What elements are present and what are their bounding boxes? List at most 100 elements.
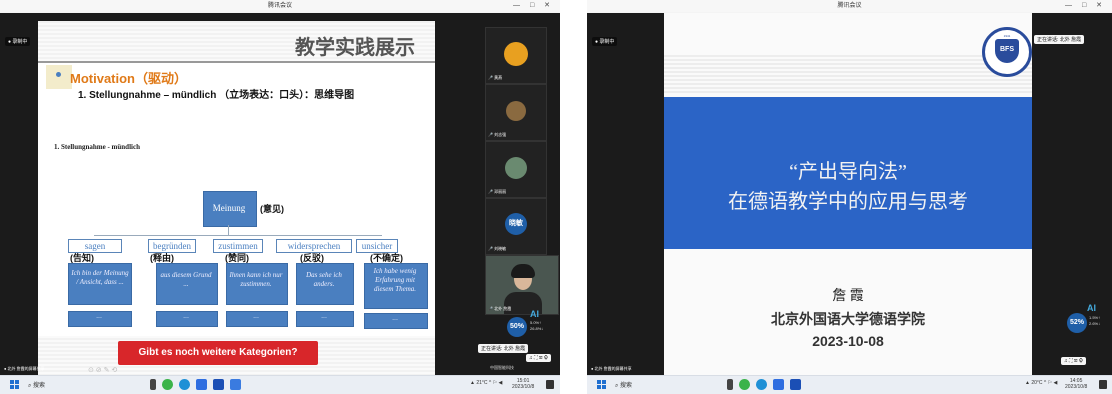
left-meeting-window: 腾讯会议 — □ ✕ ● 录制中 教学实践展示 Motivation（驱动） 1… xyxy=(0,0,560,394)
bullet-dot xyxy=(56,72,61,77)
participant-tile[interactable]: 🎤 黄燕 xyxy=(485,27,547,84)
app-icon[interactable] xyxy=(790,379,801,390)
video-hair xyxy=(511,264,535,278)
weather-tray[interactable]: ▲ 21°C ^ ⚐ ◀ xyxy=(470,380,502,386)
cpu-usage-badge[interactable]: 50% xyxy=(507,317,527,337)
speaking-indicator: 正在讲话: 北外 詹霞 xyxy=(478,344,529,353)
window-title: 腾讯会议 xyxy=(267,3,292,9)
slide-title: 教学实践展示 xyxy=(295,37,415,59)
connector-horizontal xyxy=(94,235,382,236)
taskbar-apps xyxy=(150,379,241,390)
branch-begruenden-more: ... xyxy=(183,313,189,320)
meeting-controls[interactable]: ♫ ⛶ ✉ ⚙ xyxy=(526,354,551,362)
taskbar-clock[interactable]: 14:05 2023/10/8 xyxy=(1065,378,1087,390)
annotation-toolbar[interactable]: ⊙ ⊘ ✎ ⟲ xyxy=(88,366,117,374)
bullet-motivation: Motivation（驱动） xyxy=(70,71,187,86)
bfsu-logo: BFS 1941 xyxy=(982,27,1032,77)
window-title: 腾讯会议 xyxy=(837,3,862,9)
meeting-app-icon[interactable] xyxy=(196,379,207,390)
window-controls[interactable]: — □ ✕ xyxy=(1065,0,1106,12)
slide-title-line2: 在德语教学中的应用与思考 xyxy=(728,191,968,213)
participant-name: 🎤 邓丽丽 xyxy=(488,189,507,194)
logo-year: 1941 xyxy=(1003,34,1011,38)
meeting-stage: ● 录制中 教学实践展示 Motivation（驱动） 1. Stellungn… xyxy=(0,13,560,376)
cpu-stat-down: 2.6%↓ xyxy=(1089,321,1101,326)
ai-label: AI xyxy=(530,309,539,319)
notification-icon[interactable] xyxy=(546,380,554,389)
windows-taskbar: ⌕ 搜索 ▲ 21°C ^ ⚐ ◀ 15:01 2023/10/8 xyxy=(0,375,560,394)
participant-name: 🎤 黄燕 xyxy=(488,75,503,80)
chrome-icon[interactable] xyxy=(739,379,750,390)
window-titlebar: 腾讯会议 — □ ✕ xyxy=(587,0,1112,12)
edge-icon[interactable] xyxy=(179,379,190,390)
avatar: 晓敏 xyxy=(505,213,527,235)
branch-widersprechen-example: Das sehe ich anders. xyxy=(306,271,342,288)
cpu-usage-badge[interactable]: 52% xyxy=(1067,313,1087,333)
right-meeting-window: 腾讯会议 — □ ✕ ● 录制中 BFS 1941 “产出导向法” 在德语教学中… xyxy=(587,0,1112,394)
slide-affiliation: 北京外国语大学德语学院 xyxy=(771,311,925,327)
presenter-label: ● 北外 詹霞的屏幕共享 xyxy=(591,366,632,371)
app-icon[interactable] xyxy=(230,379,241,390)
participant-video-tile[interactable]: 🎤 北外 詹霞 xyxy=(485,255,559,315)
window-controls[interactable]: — □ ✕ xyxy=(513,0,554,12)
app-icon[interactable] xyxy=(213,379,224,390)
presenter-label: ● 北外 詹霞的屏幕共享 xyxy=(4,366,45,371)
center-node-label: Meinung xyxy=(212,203,246,213)
taskbar-search[interactable]: ⌕ 搜索 xyxy=(28,380,45,390)
slide-top-lines xyxy=(664,53,1032,93)
bottom-banner: Gibt es noch weitere Kategorien? xyxy=(118,341,318,365)
slide-title-line1: “产出导向法” xyxy=(789,161,907,183)
avatar xyxy=(506,101,526,122)
ai-label: AI xyxy=(1087,303,1096,313)
slide-title-underline xyxy=(38,61,435,63)
cpu-stat-up: 5.0%↑ xyxy=(530,320,542,325)
taskbar-clock[interactable]: 15:01 2023/10/8 xyxy=(512,378,534,390)
branch-begruenden-example: aus diesem Grund ... xyxy=(160,271,212,288)
slide-heading: 1. Stellungnahme – mündlich （立场表达：口头）：思维… xyxy=(78,90,355,101)
meeting-app-icon[interactable] xyxy=(773,379,784,390)
start-icon[interactable] xyxy=(597,380,607,390)
slide-accent-bar xyxy=(46,65,72,89)
chrome-icon[interactable] xyxy=(162,379,173,390)
slide-date: 2023-10-08 xyxy=(812,333,884,349)
taskbar-search[interactable]: ⌕ 搜索 xyxy=(615,380,632,390)
logo-text: BFS xyxy=(1000,46,1014,53)
branch-sagen-example: Ich bin der Meinung / Ansicht, dass ... xyxy=(71,269,129,286)
participant-name: 🎤 北外 詹霞 xyxy=(488,306,512,311)
taskbar-apps xyxy=(727,379,801,390)
speaking-indicator: 正在讲话: 北外 詹霞 xyxy=(1034,35,1085,44)
participant-tile[interactable]: 🎤 邓丽丽 xyxy=(485,141,547,198)
notification-icon[interactable] xyxy=(1099,380,1107,389)
taskview-icon[interactable] xyxy=(727,379,733,390)
participant-tile[interactable]: 🎤 刘志强 xyxy=(485,84,547,141)
shared-slide: BFS 1941 “产出导向法” 在德语教学中的应用与思考 詹 霞 北京外国语大… xyxy=(664,13,1032,376)
center-node-zh: (意见) xyxy=(260,204,284,214)
branch-unsicher-example: Ich habe wenig Erfahrung mit diesem Them… xyxy=(373,267,417,293)
avatar xyxy=(504,42,528,67)
meeting-stage: ● 录制中 BFS 1941 “产出导向法” 在德语教学中的应用与思考 詹 霞 … xyxy=(587,13,1112,376)
window-titlebar: 腾讯会议 — □ ✕ xyxy=(0,0,560,12)
taskview-icon[interactable] xyxy=(150,379,156,390)
cpu-stat-down: 26.8%↓ xyxy=(530,326,544,331)
participant-name: 🎤 刘志强 xyxy=(488,132,507,137)
participant-tile[interactable]: 晓敏 🎤 刘晓敏 xyxy=(485,198,547,255)
recording-indicator: ● 录制中 xyxy=(5,37,31,46)
slide-author: 詹 霞 xyxy=(832,289,864,304)
edge-icon[interactable] xyxy=(756,379,767,390)
participant-footer-label: 中国智能科技 xyxy=(490,365,514,370)
branch-unsicher-more: ... xyxy=(392,315,398,322)
connector-vertical xyxy=(228,225,229,235)
slide-subheading: 1. Stellungnahme - mündlich xyxy=(54,143,140,151)
branch-zustimmen-more: ... xyxy=(253,313,259,320)
participant-name: 🎤 刘晓敏 xyxy=(488,246,507,251)
windows-taskbar: ⌕ 搜索 ▲ 20°C ^ ⚐ ◀ 14:05 2023/10/8 xyxy=(587,375,1112,394)
meeting-controls[interactable]: ♫ ⛶ ✉ ⚙ xyxy=(1061,357,1086,365)
branch-zustimmen-example: Ihnen kann ich nur zustimmen. xyxy=(229,271,283,288)
start-icon[interactable] xyxy=(10,380,20,390)
avatar xyxy=(505,157,527,180)
recording-indicator: ● 录制中 xyxy=(592,37,618,46)
shared-slide: 教学实践展示 Motivation（驱动） 1. Stellungnahme –… xyxy=(38,21,435,376)
weather-tray[interactable]: ▲ 20°C ^ ⚐ ◀ xyxy=(1025,380,1057,386)
branch-sagen-more: ... xyxy=(96,313,102,320)
cpu-stat-up: 1.5%↑ xyxy=(1089,315,1101,320)
